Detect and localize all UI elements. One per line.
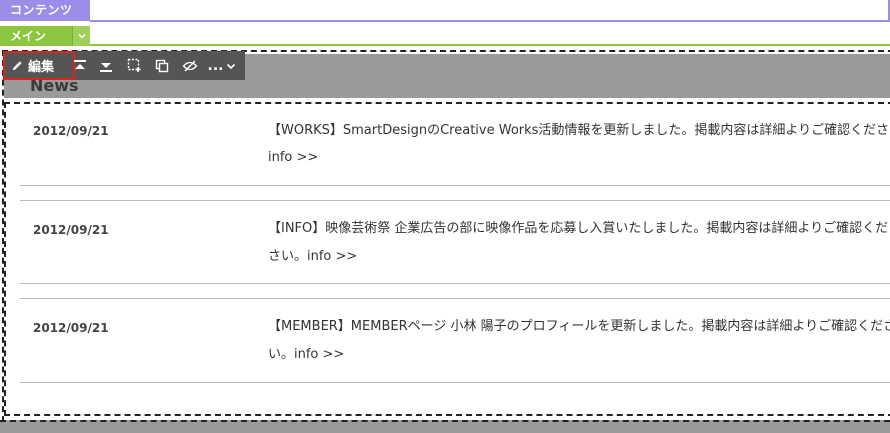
more-options-label: ... xyxy=(207,57,224,74)
news-text-line1[interactable]: 【WORKS】SmartDesignのCreative Works活動情報を更新… xyxy=(268,117,890,145)
eye-slash-icon xyxy=(182,59,198,72)
copy-icon xyxy=(155,59,169,72)
news-text-line1[interactable]: 【MEMBER】MEMBERページ 小林 陽子のプロフィールを更新しました。掲載… xyxy=(268,313,890,341)
news-date: 2012/09/21 xyxy=(33,223,109,237)
news-text-line2[interactable]: info >> xyxy=(268,144,890,172)
move-to-top-button[interactable] xyxy=(68,51,92,80)
chevron-down-icon xyxy=(227,63,236,69)
contents-area-border xyxy=(90,20,890,22)
move-to-bottom-button[interactable] xyxy=(94,51,118,80)
news-date: 2012/09/21 xyxy=(33,124,109,138)
main-area-label[interactable]: メイン xyxy=(0,26,72,46)
news-date: 2012/09/21 xyxy=(33,321,109,335)
news-row: 2012/09/21 【WORKS】SmartDesignのCreative W… xyxy=(20,104,890,186)
news-text-line2[interactable]: い。info >> xyxy=(268,341,890,369)
edit-button-label: 編集 xyxy=(28,60,55,75)
news-row: 2012/09/21 【INFO】映像芸術祭 企業広告の部に映像作品を応募し入賞… xyxy=(20,201,890,284)
hide-button[interactable] xyxy=(178,51,202,80)
duplicate-button[interactable] xyxy=(150,51,174,80)
more-options-button[interactable]: ... xyxy=(204,51,240,80)
chevron-down-icon xyxy=(77,33,86,39)
add-block-button[interactable] xyxy=(122,51,146,80)
news-text-line1[interactable]: 【INFO】映像芸術祭 企業広告の部に映像作品を応募し入賞いたしました。掲載内容… xyxy=(268,215,890,243)
edit-button[interactable]: 編集 xyxy=(3,51,75,80)
news-row: 2012/09/21 【MEMBER】MEMBERページ 小林 陽子のプロフィー… xyxy=(20,299,890,383)
main-area-border xyxy=(90,44,890,46)
block-footer-bar xyxy=(0,420,890,433)
main-area-toggle[interactable] xyxy=(72,26,90,46)
move-to-bottom-icon xyxy=(100,62,112,72)
move-to-top-icon xyxy=(74,59,86,69)
contents-area-label[interactable]: コンテンツ xyxy=(0,0,90,21)
pencil-icon xyxy=(12,61,22,71)
news-text-line2[interactable]: さい。info >> xyxy=(268,243,890,271)
add-block-icon xyxy=(127,58,140,72)
